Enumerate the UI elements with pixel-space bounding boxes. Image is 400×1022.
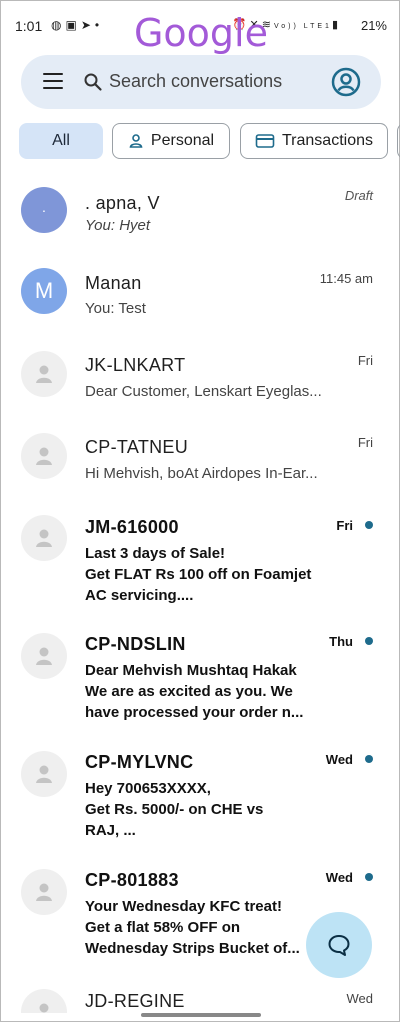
avatar (21, 633, 67, 679)
person-placeholder-icon (36, 365, 52, 383)
person-placeholder-icon (36, 447, 52, 465)
conversation-name: CP-TATNEU (85, 437, 189, 457)
chip-personal[interactable]: Personal (112, 123, 230, 159)
list-item[interactable]: · . apna, V Draft You: Hyet (1, 171, 400, 253)
card-icon (255, 134, 275, 148)
conversation-snippet: You: Hyet (85, 217, 151, 234)
person-icon (129, 134, 143, 148)
avatar (21, 751, 67, 797)
avatar: M (21, 268, 67, 314)
conversation-name: CP-MYLVNC (85, 752, 194, 772)
person-placeholder-icon (36, 529, 52, 547)
chip-transactions[interactable]: Transactions (240, 123, 388, 159)
conversation-name: CP-801883 (85, 870, 179, 890)
conversation-snippet: Hi Mehvish, boAt Airdopes In-Ear... (85, 465, 318, 482)
conversation-name: JD-REGINE (85, 991, 185, 1011)
filter-chips: All Personal Transactions (19, 123, 400, 161)
chip-label: All (52, 132, 70, 149)
person-placeholder-icon (36, 647, 52, 665)
google-logo: Google (133, 11, 268, 55)
avatar (21, 869, 67, 915)
search-input[interactable]: Search conversations (109, 71, 282, 92)
chip-label: Transactions (282, 132, 373, 149)
start-chat-button[interactable] (306, 912, 372, 978)
conversation-time: Wed (346, 991, 374, 1006)
conversation-snippet: You: Test (85, 300, 146, 317)
avatar (21, 515, 67, 561)
person-placeholder-icon (36, 765, 52, 783)
conversation-name: CP-NDSLIN (85, 634, 186, 654)
search-icon (84, 73, 102, 91)
conversation-name: . apna, V (85, 193, 160, 213)
list-item[interactable]: CP-NDSLIN Thu Dear Mehvish Mushtaq Hakak… (1, 619, 400, 737)
conversation-snippet: Dear Mehvish Mushtaq Hakak We are as exc… (85, 662, 304, 721)
conversation-time: Wed (325, 752, 353, 767)
list-item[interactable]: JM-616000 Fri Last 3 days of Sale! Get F… (1, 501, 400, 619)
account-icon[interactable] (331, 67, 361, 97)
avatar (21, 989, 67, 1013)
list-item[interactable]: M Manan 11:45 am You: Test (1, 253, 400, 335)
unread-indicator (365, 755, 373, 763)
unread-indicator (365, 873, 373, 881)
unread-indicator (365, 637, 373, 645)
list-item[interactable]: JD-REGINE Wed (1, 973, 400, 1013)
conversation-snippet: Last 3 days of Sale! Get FLAT Rs 100 off… (85, 545, 312, 604)
avatar (21, 433, 67, 479)
conversation-snippet: Dear Customer, Lenskart Eyeglas... (85, 383, 322, 400)
conversation-time: Thu (329, 634, 353, 649)
chip-all[interactable]: All (19, 123, 103, 159)
conversation-time: Wed (325, 870, 353, 885)
list-item[interactable]: JK-LNKART Fri Dear Customer, Lenskart Ey… (1, 335, 400, 417)
list-item[interactable]: CP-TATNEU Fri Hi Mehvish, boAt Airdopes … (1, 417, 400, 499)
conversation-time: 11:45 am (319, 271, 373, 286)
list-item[interactable]: CP-MYLVNC Wed Hey 700653XXXX, Get Rs. 50… (1, 737, 400, 855)
conversation-name: JM-616000 (85, 517, 179, 537)
conversation-time: Draft (344, 188, 373, 203)
conversation-time: Fri (336, 518, 353, 533)
hamburger-icon[interactable] (43, 73, 63, 91)
conversation-time: Fri (357, 353, 373, 368)
conversation-name: JK-LNKART (85, 355, 186, 375)
avatar: · (21, 187, 67, 233)
gesture-bar[interactable] (141, 1013, 261, 1017)
avatar (21, 351, 67, 397)
conversation-snippet: Hey 700653XXXX, Get Rs. 5000/- on CHE vs… (85, 780, 264, 839)
person-placeholder-icon (36, 883, 52, 901)
conversation-name: Manan (85, 273, 142, 293)
search-bar[interactable]: Search conversations (21, 55, 381, 109)
conversation-time: Fri (357, 435, 373, 450)
unread-indicator (365, 521, 373, 529)
start-chat-icon (328, 935, 350, 956)
chip-label: Personal (150, 132, 215, 149)
person-placeholder-icon (39, 1003, 49, 1013)
